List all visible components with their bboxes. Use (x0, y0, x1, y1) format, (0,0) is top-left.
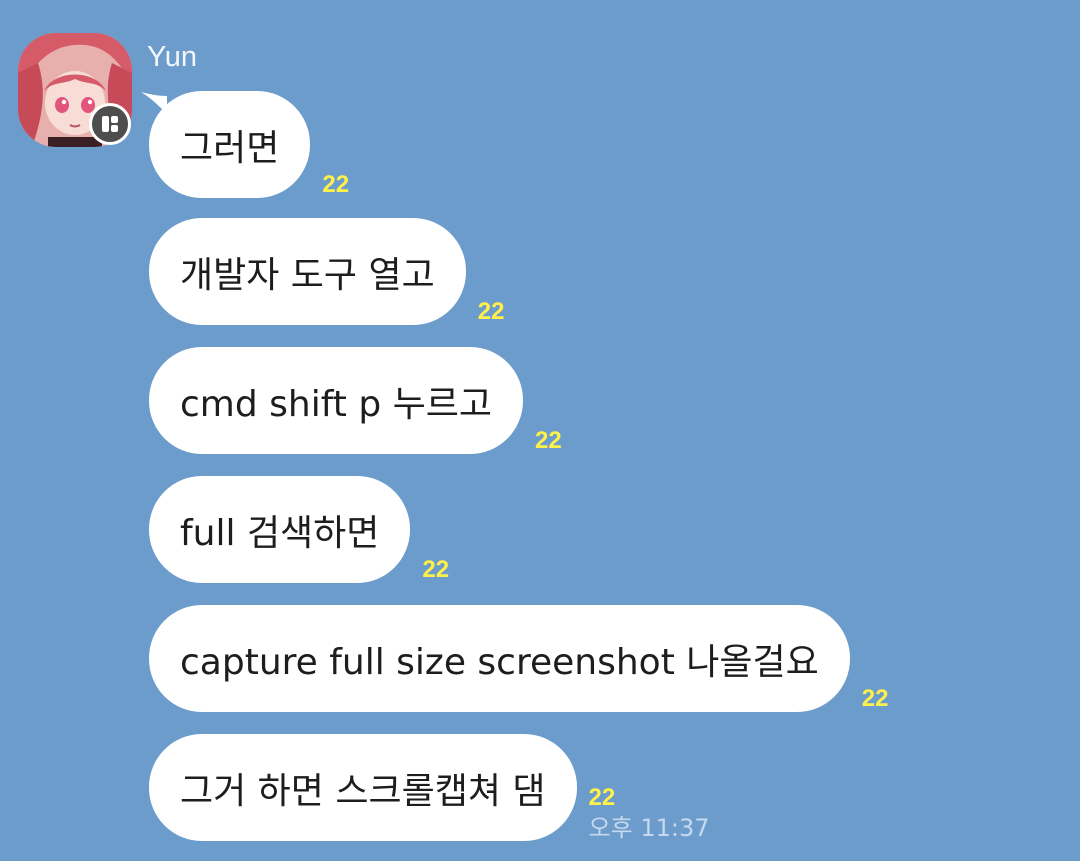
message-row: 그러면 22 (149, 91, 349, 198)
profile-badge-icon (89, 103, 131, 145)
message-bubble[interactable]: full 검색하면 (149, 476, 411, 583)
unread-count: 22 (535, 427, 562, 454)
message-row: 그거 하면 스크롤캡쳐 댐 22 오후 11:37 (149, 734, 709, 841)
message-row: cmd shift p 누르고 22 (149, 347, 562, 454)
message-bubble[interactable]: 개발자 도구 열고 (149, 218, 466, 325)
unread-count: 22 (322, 171, 350, 198)
message-row: full 검색하면 22 (149, 476, 449, 583)
message-bubble[interactable]: 그거 하면 스크롤캡쳐 댐 (149, 734, 577, 841)
message-bubble[interactable]: capture full size screenshot 나올걸요 (149, 605, 850, 712)
unread-count: 22 (477, 298, 505, 325)
message-bubble[interactable]: 그러면 (149, 91, 311, 198)
unread-count: 22 (861, 685, 889, 712)
unread-count: 22 (422, 556, 450, 583)
unread-count: 22 (588, 784, 616, 811)
sender-name: Yun (147, 41, 197, 73)
message-timestamp: 오후 11:37 (588, 814, 710, 842)
message-row: capture full size screenshot 나올걸요 22 (149, 605, 888, 712)
message-bubble[interactable]: cmd shift p 누르고 (149, 347, 523, 454)
message-row: 개발자 도구 열고 22 (149, 218, 504, 325)
